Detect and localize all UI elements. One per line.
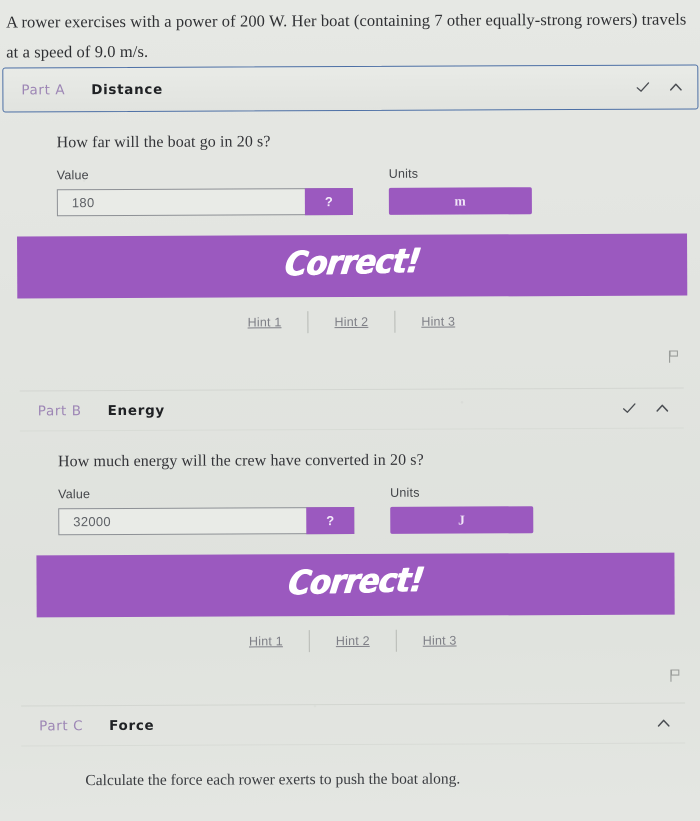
part-a-answer-row: Value 180 ? Units m — [19, 166, 683, 217]
part-a-value-group: Value 180 ? — [56, 167, 353, 217]
assignment-page: A rower exercises with a power of 200 W.… — [0, 0, 700, 791]
part-a-header-icons — [635, 80, 683, 95]
part-c-header[interactable]: Part C Force — [21, 702, 686, 747]
part-b-feedback-banner: Correct! — [36, 552, 675, 618]
part-a-units-button[interactable]: m — [388, 187, 532, 215]
part-b-hints: Hint 1 Hint 2 Hint 3 — [3, 614, 700, 653]
part-c-header-icons — [656, 716, 671, 731]
check-icon — [635, 80, 650, 95]
part-b-question: How much energy will the crew have conve… — [57, 451, 424, 471]
part-b-section: Part B Energy How much energy will the c… — [2, 387, 700, 705]
part-b-hint-2[interactable]: Hint 2 — [310, 634, 396, 648]
part-b-flag-row — [3, 650, 700, 685]
check-icon — [622, 401, 637, 416]
part-b-value-input[interactable]: 32000 ? — [58, 506, 355, 536]
part-c-section: Part C Force Calculate the force each ro… — [3, 702, 700, 790]
part-b-units-button[interactable]: J — [390, 506, 534, 534]
part-b-feedback-text: Correct! — [286, 560, 426, 603]
part-b-units-label: Units — [390, 485, 420, 500]
part-a-label: Part A — [21, 81, 66, 98]
part-a-flag-row — [1, 331, 700, 366]
part-a-hint-3[interactable]: Hint 3 — [395, 314, 481, 329]
problem-statement: A rower exercises with a power of 200 W.… — [0, 0, 700, 68]
part-b-body: How much energy will the crew have conve… — [2, 428, 700, 536]
part-a-hints: Hint 1 Hint 2 Hint 3 — [1, 295, 700, 334]
part-c-title: Force — [109, 717, 155, 734]
part-a-units-label: Units — [388, 166, 419, 181]
part-a-value-label: Value — [56, 168, 89, 183]
part-a-value-text[interactable]: 180 — [58, 189, 305, 215]
part-a-title: Distance — [91, 81, 164, 98]
part-b-label: Part B — [37, 402, 82, 419]
part-b-value-label: Value — [58, 487, 91, 502]
part-b-value-group: Value 32000 ? — [58, 486, 355, 536]
part-a-units-group: Units m — [389, 166, 532, 215]
problem-line-1: A rower exercises with a power of 200 W.… — [6, 9, 687, 32]
flag-icon[interactable] — [667, 350, 680, 364]
part-b-help-button[interactable]: ? — [306, 506, 355, 535]
part-a-feedback-text: Correct! — [282, 241, 423, 284]
chevron-up-icon[interactable] — [655, 401, 670, 416]
part-b-title: Energy — [107, 402, 165, 419]
part-a-hint-1[interactable]: Hint 1 — [222, 315, 308, 329]
part-a-feedback-banner: Correct! — [17, 233, 688, 299]
part-b-hint-3[interactable]: Hint 3 — [397, 633, 483, 648]
part-a-section: Part A Distance How far will the boat go… — [0, 64, 700, 390]
chevron-up-icon[interactable] — [656, 716, 671, 731]
part-c-question: Calculate the force each rower exerts to… — [85, 770, 461, 790]
part-a-hint-2[interactable]: Hint 2 — [308, 315, 394, 329]
chevron-up-icon[interactable] — [668, 80, 683, 95]
part-a-question: How far will the boat go in 20 s? — [56, 133, 271, 152]
part-b-header-icons — [622, 401, 670, 416]
part-a-help-button[interactable]: ? — [304, 187, 353, 216]
part-b-answer-row: Value 32000 ? Units J — [20, 485, 684, 536]
part-a-header[interactable]: Part A Distance — [2, 64, 699, 113]
part-a-body: How far will the boat go in 20 s? Value … — [0, 109, 700, 217]
flag-icon[interactable] — [668, 669, 681, 683]
part-b-hint-1[interactable]: Hint 1 — [223, 634, 309, 648]
part-b-units-group: Units J — [390, 485, 534, 534]
part-a-value-input[interactable]: 180 ? — [56, 187, 353, 217]
part-b-value-text[interactable]: 32000 — [59, 508, 306, 534]
part-c-label: Part C — [39, 717, 84, 734]
problem-line-2: at a speed of 9.0 m/s. — [6, 41, 149, 62]
part-b-header[interactable]: Part B Energy — [19, 387, 684, 432]
